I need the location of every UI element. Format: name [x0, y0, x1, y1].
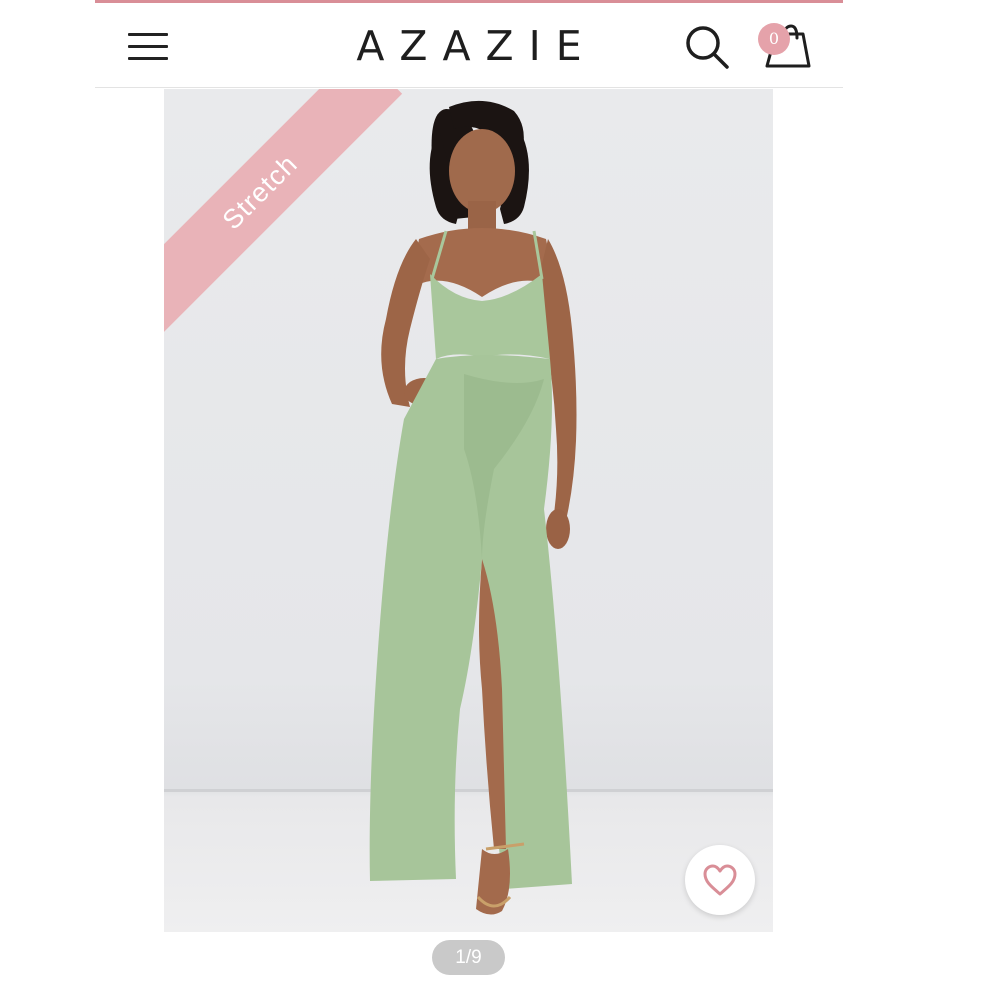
cart-button[interactable]: 0	[755, 20, 817, 76]
product-image-gallery[interactable]: Stretch	[164, 89, 773, 932]
cart-count-badge: 0	[758, 23, 790, 55]
heart-icon	[703, 864, 737, 896]
search-icon[interactable]	[683, 23, 731, 71]
gallery-pager: 1/9	[432, 940, 505, 975]
site-header: AZAZIE 0	[95, 3, 843, 88]
wishlist-button[interactable]	[685, 845, 755, 915]
